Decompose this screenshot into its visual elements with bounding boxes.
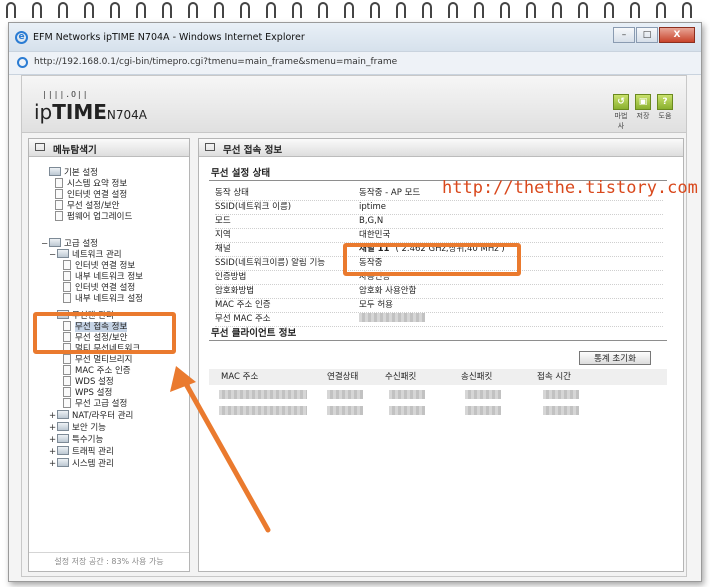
arrow-head [170,366,196,392]
pointer-arrow [170,366,271,533]
arrow-shaft [183,381,271,533]
